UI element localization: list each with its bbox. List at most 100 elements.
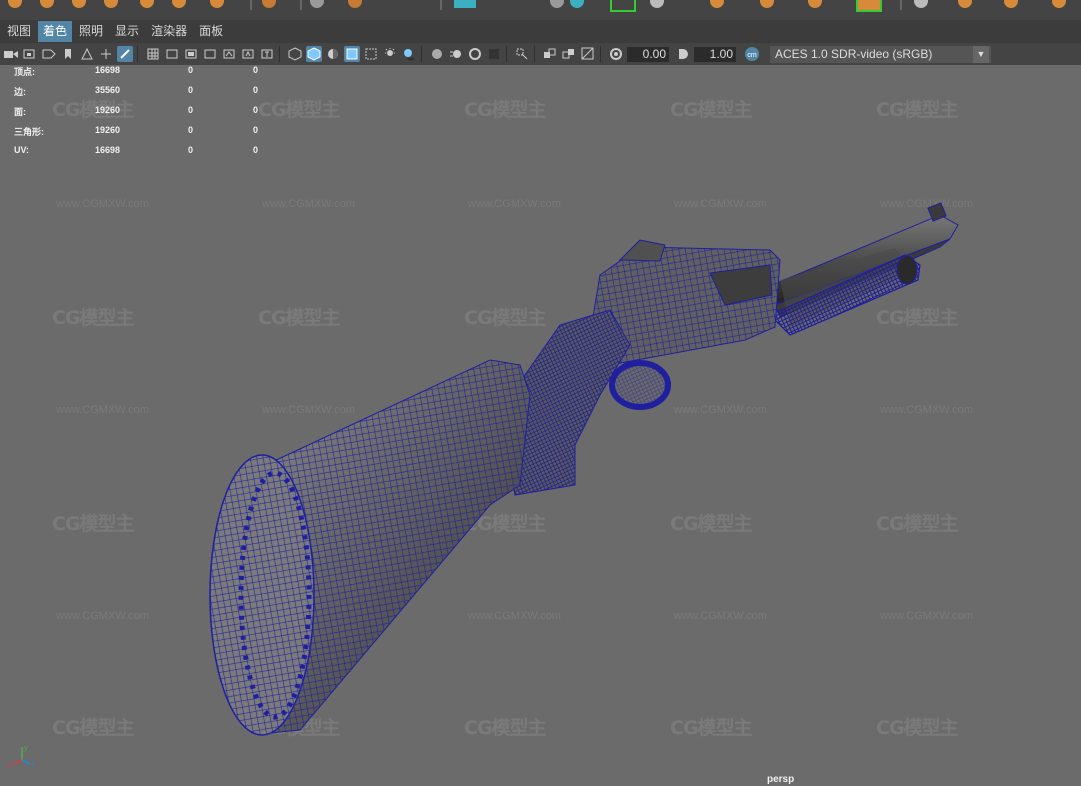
shelf-tool-icon[interactable]: [550, 0, 564, 8]
smooth-shade-icon[interactable]: [306, 46, 322, 62]
all-lights-icon[interactable]: [382, 46, 398, 62]
gamma-field[interactable]: 1.00: [694, 46, 736, 62]
hud-value: 0: [188, 85, 194, 95]
menu-renderer[interactable]: 渲染器: [146, 21, 192, 42]
hud-value: 0: [253, 105, 259, 115]
shelf-tool-icon[interactable]: [1052, 0, 1066, 8]
hud-value: 0: [188, 65, 194, 75]
maya-window: 视图 着色 照明 显示 渲染器 面板 0.00 1.00 cm ACES 1.0…: [0, 0, 1081, 786]
hud-value: 35560: [95, 85, 121, 95]
shadows-icon[interactable]: [401, 46, 417, 62]
color-space-label: ACES 1.0 SDR-video (sRGB): [775, 47, 933, 61]
shelf-bar: [0, 0, 1081, 20]
hud-value: 0: [253, 145, 259, 155]
resolution-gate-icon[interactable]: [183, 46, 199, 62]
screen-space-ao-icon[interactable]: [429, 46, 445, 62]
shelf-tool-icon[interactable]: [8, 0, 22, 8]
safe-title-icon[interactable]: [259, 46, 275, 62]
grease-pencil-icon[interactable]: [117, 46, 133, 62]
backface-culling-icon[interactable]: [580, 46, 596, 62]
menu-panels[interactable]: 面板: [194, 21, 228, 42]
hud-value: 19260: [95, 125, 121, 135]
menu-show[interactable]: 显示: [110, 21, 144, 42]
svg-text:cm: cm: [747, 52, 757, 59]
shelf-tool-icon[interactable]: [140, 0, 154, 8]
motion-blur-icon[interactable]: [448, 46, 464, 62]
hud-label: UV:: [14, 145, 30, 155]
shotgun-wireframe-model[interactable]: [0, 65, 1081, 786]
hud-label: 面:: [14, 107, 26, 117]
shelf-tool-icon[interactable]: [610, 0, 636, 12]
image-plane-icon[interactable]: [79, 46, 95, 62]
shelf-tool-icon[interactable]: [650, 0, 664, 8]
shelf-tool-icon[interactable]: [104, 0, 118, 8]
film-gate-icon[interactable]: [164, 46, 180, 62]
safe-action-icon[interactable]: [240, 46, 256, 62]
panel-menu-bar: 视图 着色 照明 显示 渲染器 面板: [0, 20, 1081, 43]
xray-joints-icon[interactable]: [542, 46, 558, 62]
hud-value: 0: [253, 125, 259, 135]
two-d-pan-zoom-icon[interactable]: [98, 46, 114, 62]
chevron-down-icon[interactable]: ▼: [973, 46, 989, 63]
shelf-tool-icon[interactable]: [348, 0, 362, 8]
xray-active-icon[interactable]: [561, 46, 577, 62]
gamma-icon[interactable]: [675, 46, 691, 62]
shelf-tool-icon[interactable]: [310, 0, 324, 8]
perspective-viewport[interactable]: CG模型主 CG模型主 CG模型主 CG模型主 CG模型主 www.CGMXW.…: [0, 65, 1081, 786]
hud-value: 0: [253, 65, 259, 75]
hud-value: 0: [253, 85, 259, 95]
shelf-tool-icon[interactable]: [72, 0, 86, 8]
bookmark-camera-icon[interactable]: [41, 46, 57, 62]
toolbar-divider: [534, 46, 535, 62]
shelf-tool-icon[interactable]: [1004, 0, 1018, 8]
shelf-divider: [250, 0, 252, 10]
shelf-tool-icon[interactable]: [914, 0, 928, 8]
view-transform-icon[interactable]: cm: [744, 46, 760, 62]
hud-value: 19260: [95, 105, 121, 115]
hud-value: 0: [188, 145, 194, 155]
shelf-tool-icon[interactable]: [40, 0, 54, 8]
shelf-tool-icon[interactable]: [454, 0, 476, 8]
hud-label: 顶点:: [14, 67, 35, 77]
camera-icon[interactable]: [3, 46, 19, 62]
toolbar-divider: [506, 46, 507, 62]
shelf-tool-icon[interactable]: [958, 0, 972, 8]
bookmark-icon[interactable]: [60, 46, 76, 62]
toolbar-divider: [600, 46, 601, 62]
field-chart-icon[interactable]: [221, 46, 237, 62]
hud-value: 16698: [95, 145, 121, 155]
shelf-tool-icon[interactable]: [808, 0, 822, 8]
menu-lighting[interactable]: 照明: [74, 21, 108, 42]
wireframe-icon[interactable]: [287, 46, 303, 62]
shelf-tool-icon[interactable]: [760, 0, 774, 8]
grid-icon[interactable]: [145, 46, 161, 62]
exposure-icon[interactable]: [608, 46, 624, 62]
shelf-tool-icon[interactable]: [210, 0, 224, 8]
shelf-divider: [900, 0, 902, 10]
hud-label: 三角形:: [14, 127, 44, 137]
xray-icon[interactable]: [363, 46, 379, 62]
wireframe-on-shaded-icon[interactable]: [344, 46, 360, 62]
isolate-select-icon[interactable]: [514, 46, 530, 62]
shelf-tool-icon[interactable]: [710, 0, 724, 8]
color-space-dropdown[interactable]: ACES 1.0 SDR-video (sRGB) ▼: [770, 46, 991, 63]
multisample-aa-icon[interactable]: [467, 46, 483, 62]
shelf-tool-icon[interactable]: [570, 0, 584, 8]
toolbar-divider: [421, 46, 422, 62]
axis-y-label: y: [24, 745, 28, 752]
shelf-tool-icon[interactable]: [856, 0, 882, 12]
shelf-divider: [300, 0, 302, 10]
camera-attributes-icon[interactable]: [22, 46, 38, 62]
shelf-tool-icon[interactable]: [262, 0, 276, 8]
depth-of-field-icon[interactable]: [486, 46, 502, 62]
toolbar-divider: [137, 46, 138, 62]
shelf-tool-icon[interactable]: [172, 0, 186, 8]
menu-view[interactable]: 视图: [2, 21, 36, 42]
menu-shading[interactable]: 着色: [38, 21, 73, 42]
hud-value: 0: [188, 105, 194, 115]
axis-z-label: z: [31, 762, 35, 769]
exposure-field[interactable]: 0.00: [627, 46, 669, 62]
default-material-icon[interactable]: [325, 46, 341, 62]
gate-mask-icon[interactable]: [202, 46, 218, 62]
axis-x-label: x: [8, 762, 12, 769]
